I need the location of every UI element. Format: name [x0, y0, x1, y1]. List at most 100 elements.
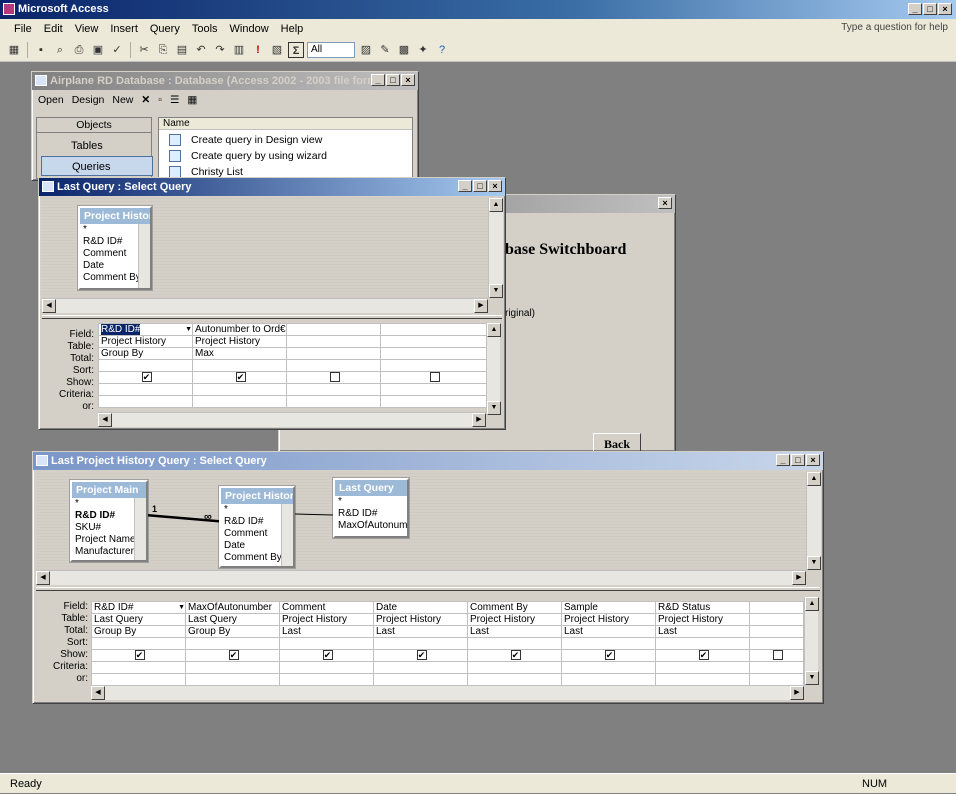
help-icon[interactable]: ? [434, 42, 450, 58]
scroll-left-icon[interactable]: ◀ [98, 413, 112, 427]
grid-criteria-cell[interactable] [749, 661, 804, 674]
grid-or-cell[interactable] [561, 673, 656, 686]
run-icon[interactable]: ! [250, 42, 266, 58]
grid-table-cell[interactable] [749, 613, 804, 626]
grid-criteria-cell[interactable] [98, 383, 193, 396]
properties-icon[interactable]: ▨ [358, 42, 374, 58]
show-checkbox[interactable]: ✔ [510, 650, 521, 661]
grid-total-cell[interactable]: Last [561, 625, 656, 638]
grid-or-cell[interactable] [373, 673, 468, 686]
print-icon[interactable]: ⎙ [71, 42, 87, 58]
grid-field-cell[interactable]: R&D ID# ▼ [98, 323, 193, 336]
close-button[interactable]: × [806, 454, 820, 466]
pane-splitter[interactable] [36, 587, 820, 591]
scroll-left-icon[interactable]: ◀ [91, 686, 105, 700]
scroll-down-icon[interactable]: ▼ [487, 401, 501, 415]
show-checkbox[interactable]: ✔ [604, 650, 615, 661]
grid-or-cell[interactable] [749, 673, 804, 686]
grid-field-cell[interactable]: Comment [279, 601, 374, 614]
details-icon[interactable]: ▦ [187, 94, 197, 106]
scroll-right-icon[interactable]: ▶ [474, 299, 488, 313]
grid-field-cell[interactable] [749, 601, 804, 614]
grid-table-cell[interactable]: Last Query [91, 613, 186, 626]
grid-criteria-cell[interactable] [380, 383, 487, 396]
grid-or-cell[interactable] [91, 673, 186, 686]
grid-total-cell[interactable] [380, 347, 487, 360]
grid-criteria-cell[interactable] [279, 661, 374, 674]
grid-sort-cell[interactable] [91, 637, 186, 650]
new-object-icon[interactable]: ✦ [415, 42, 431, 58]
grid-or-cell[interactable] [185, 673, 280, 686]
show-checkbox[interactable]: ✔ [228, 650, 239, 661]
grid-total-cell[interactable] [749, 625, 804, 638]
grid-total-cell[interactable]: Group By [91, 625, 186, 638]
cut-icon[interactable]: ✂ [136, 42, 152, 58]
grid-total-cell[interactable]: Last [279, 625, 374, 638]
grid-hscrollbar[interactable]: ◀ ▶ [98, 412, 486, 427]
pane-splitter[interactable] [42, 315, 502, 319]
grid-sort-cell[interactable] [561, 637, 656, 650]
join-line-history-last[interactable] [294, 513, 334, 516]
grid-table-cell[interactable] [286, 335, 381, 348]
close-button[interactable]: × [938, 3, 952, 15]
table-box-project-history[interactable]: Project History * R&D ID# Comment Date C… [77, 205, 153, 291]
grid-field-cell[interactable]: Sample [561, 601, 656, 614]
grid-or-cell[interactable] [279, 673, 374, 686]
grid-field-cell[interactable]: R&D Status [655, 601, 750, 614]
top-values-combo[interactable]: All [307, 41, 355, 58]
menu-query[interactable]: Query [144, 23, 186, 35]
show-checkbox[interactable] [329, 372, 340, 383]
grid-sort-cell[interactable] [373, 637, 468, 650]
view-icon[interactable]: ▦ [6, 42, 22, 58]
grid-hscrollbar[interactable]: ◀ ▶ [91, 685, 804, 700]
grid-field-cell[interactable]: MaxOfAutonumber [185, 601, 280, 614]
save-icon[interactable]: ▪ [33, 42, 49, 58]
grid-table-cell[interactable]: Project History [655, 613, 750, 626]
help-search-input[interactable]: Type a question for help [841, 22, 948, 33]
grid-table-cell[interactable]: Project History [467, 613, 562, 626]
grid-field-cell[interactable]: Comment By [467, 601, 562, 614]
paste-icon[interactable]: ▤ [174, 42, 190, 58]
grid-field-cell[interactable]: Autonumber to Ord€ [192, 323, 287, 336]
show-checkbox[interactable] [429, 372, 440, 383]
scroll-left-icon[interactable]: ◀ [42, 299, 56, 313]
grid-sort-cell[interactable] [279, 637, 374, 650]
scroll-up-icon[interactable]: ▲ [489, 198, 503, 212]
spelling-icon[interactable]: ✓ [109, 42, 125, 58]
new-button[interactable]: New [112, 94, 133, 106]
grid-total-cell[interactable] [286, 347, 381, 360]
table-box-scrollbar[interactable] [138, 224, 150, 288]
objects-tables-button[interactable]: Tables [41, 136, 153, 156]
grid-total-cell[interactable]: Last [373, 625, 468, 638]
grid-total-cell[interactable]: Last [467, 625, 562, 638]
print-preview-icon[interactable]: ▣ [90, 42, 106, 58]
table-pane-hscrollbar[interactable]: ◀ ▶ [36, 570, 806, 585]
close-button[interactable]: × [488, 180, 502, 192]
grid-table-cell[interactable]: Project History [279, 613, 374, 626]
grid-criteria-cell[interactable] [192, 383, 287, 396]
name-column-header[interactable]: Name [159, 118, 412, 130]
menu-tools[interactable]: Tools [186, 23, 224, 35]
grid-or-cell[interactable] [98, 395, 193, 408]
grid-total-cell[interactable]: Max [192, 347, 287, 360]
maximize-button[interactable]: □ [791, 454, 805, 466]
maximize-button[interactable]: □ [473, 180, 487, 192]
grid-sort-cell[interactable] [192, 359, 287, 372]
undo-icon[interactable]: ↶ [193, 42, 209, 58]
grid-table-cell[interactable]: Project History [373, 613, 468, 626]
show-table-icon[interactable]: ▧ [269, 42, 285, 58]
grid-sort-cell[interactable] [467, 637, 562, 650]
grid-or-cell[interactable] [286, 395, 381, 408]
grid-sort-cell[interactable] [98, 359, 193, 372]
build-icon[interactable]: ✎ [377, 42, 393, 58]
show-checkbox[interactable]: ✔ [235, 372, 246, 383]
grid-table-cell[interactable]: Project History [561, 613, 656, 626]
grid-criteria-cell[interactable] [185, 661, 280, 674]
scroll-left-icon[interactable]: ◀ [36, 571, 50, 585]
scroll-down-icon[interactable]: ▼ [489, 284, 503, 298]
copy-icon[interactable]: ⎘ [155, 42, 171, 58]
query-type-icon[interactable]: ▥ [231, 42, 247, 58]
scroll-up-icon[interactable]: ▲ [805, 597, 819, 611]
objects-queries-button[interactable]: Queries [41, 156, 153, 176]
lph-query-title-bar[interactable]: Last Project History Query : Select Quer… [33, 452, 823, 470]
